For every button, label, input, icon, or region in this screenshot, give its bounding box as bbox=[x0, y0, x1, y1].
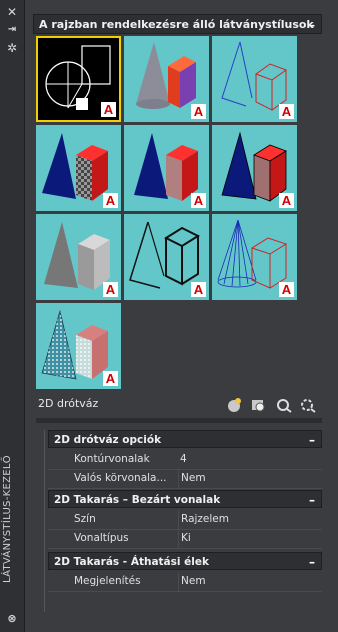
property-value[interactable]: Ki bbox=[178, 529, 191, 548]
export-to-palette-icon[interactable] bbox=[276, 397, 292, 413]
gallery-collapse-button[interactable]: – bbox=[309, 15, 315, 35]
style-tile-conceptual[interactable]: A bbox=[124, 36, 209, 122]
property-label: Vonaltípus bbox=[74, 532, 129, 544]
apply-to-viewport-icon[interactable] bbox=[250, 397, 266, 413]
style-tile-shaded-with-edges[interactable]: A bbox=[212, 125, 297, 211]
property-row-color[interactable]: Szín Rajzelem bbox=[48, 510, 322, 530]
autocad-badge-icon: A bbox=[101, 102, 116, 117]
group-collapse-button[interactable]: – bbox=[309, 491, 315, 509]
property-row-display[interactable]: Megjelenítés Nem bbox=[48, 572, 322, 592]
autocad-badge-icon: A bbox=[191, 193, 206, 208]
group-header-2d-wireframe-options[interactable]: 2D drótváz opciók – bbox=[48, 430, 322, 448]
current-style-name: 2D drótváz bbox=[38, 397, 99, 410]
style-tile-wireframe[interactable]: A bbox=[212, 214, 297, 300]
palette-title-strip: ✕ ⇥ ✲ LÁTVÁNYSTÍLUS-KEZELŐ ⊗ bbox=[0, 0, 25, 632]
auto-hide-icon[interactable]: ⇥ bbox=[4, 23, 20, 37]
style-tile-hidden[interactable]: A bbox=[212, 36, 297, 122]
group-title: 2D drótváz opciók bbox=[54, 434, 162, 446]
autocad-badge-icon: A bbox=[103, 371, 118, 386]
group-collapse-button[interactable]: – bbox=[309, 431, 315, 449]
property-row-linetype[interactable]: Vonaltípus Ki bbox=[48, 529, 322, 549]
property-row-true-silhouettes[interactable]: Valós körvonala... Nem bbox=[48, 469, 322, 489]
style-tile-2d-wireframe[interactable]: A bbox=[36, 36, 121, 122]
close-icon[interactable]: ✕ bbox=[4, 5, 20, 19]
autocad-badge-icon: A bbox=[103, 282, 118, 297]
property-rail bbox=[36, 430, 45, 612]
create-new-style-icon[interactable] bbox=[226, 397, 242, 413]
autocad-badge-icon: A bbox=[191, 104, 206, 119]
property-label: Szín bbox=[74, 513, 96, 525]
style-tile-shaded[interactable]: A bbox=[124, 125, 209, 211]
menu-icon[interactable]: ⊗ bbox=[4, 612, 20, 626]
style-tile-shades-of-gray[interactable]: A bbox=[36, 214, 121, 300]
properties-icon[interactable]: ✲ bbox=[4, 41, 20, 55]
delete-style-icon[interactable] bbox=[300, 397, 316, 413]
palette-title: LÁTVÁNYSTÍLUS-KEZELŐ bbox=[2, 455, 13, 583]
gallery-title: A rajzban rendelkezésre álló látványstíl… bbox=[39, 18, 314, 31]
property-label: Valós körvonala... bbox=[74, 472, 167, 484]
visual-style-gallery: A A A A A A A A A A bbox=[36, 36, 300, 389]
property-value[interactable]: 4 bbox=[178, 450, 187, 469]
autocad-badge-icon: A bbox=[279, 193, 294, 208]
property-row-contour-lines[interactable]: Kontúrvonalak 4 bbox=[48, 450, 322, 470]
property-value[interactable]: Rajzelem bbox=[178, 510, 229, 529]
current-style-bar: 2D drótváz bbox=[36, 393, 322, 415]
style-tile-sketchy[interactable]: A bbox=[124, 214, 209, 300]
group-collapse-button[interactable]: – bbox=[309, 553, 315, 571]
group-title: 2D Takarás – Bezárt vonalak bbox=[54, 494, 221, 506]
group-title: 2D Takarás - Áthatási élek bbox=[54, 556, 209, 568]
style-tile-x-ray[interactable]: A bbox=[36, 303, 121, 389]
style-tile-realistic[interactable]: A bbox=[36, 125, 121, 211]
property-value[interactable]: Nem bbox=[178, 572, 206, 591]
group-header-2d-hide-occluded-lines[interactable]: 2D Takarás – Bezárt vonalak – bbox=[48, 490, 322, 508]
autocad-badge-icon: A bbox=[191, 282, 206, 297]
autocad-badge-icon: A bbox=[103, 193, 118, 208]
property-value[interactable]: Nem bbox=[178, 469, 206, 488]
property-label: Megjelenítés bbox=[74, 575, 141, 587]
property-label: Kontúrvonalak bbox=[74, 453, 150, 465]
gallery-header[interactable]: A rajzban rendelkezésre álló látványstíl… bbox=[33, 14, 322, 34]
autocad-badge-icon: A bbox=[279, 282, 294, 297]
autocad-badge-icon: A bbox=[279, 104, 294, 119]
group-header-2d-hide-intersection-edges[interactable]: 2D Takarás - Áthatási élek – bbox=[48, 552, 322, 570]
panel-splitter[interactable] bbox=[36, 418, 322, 423]
